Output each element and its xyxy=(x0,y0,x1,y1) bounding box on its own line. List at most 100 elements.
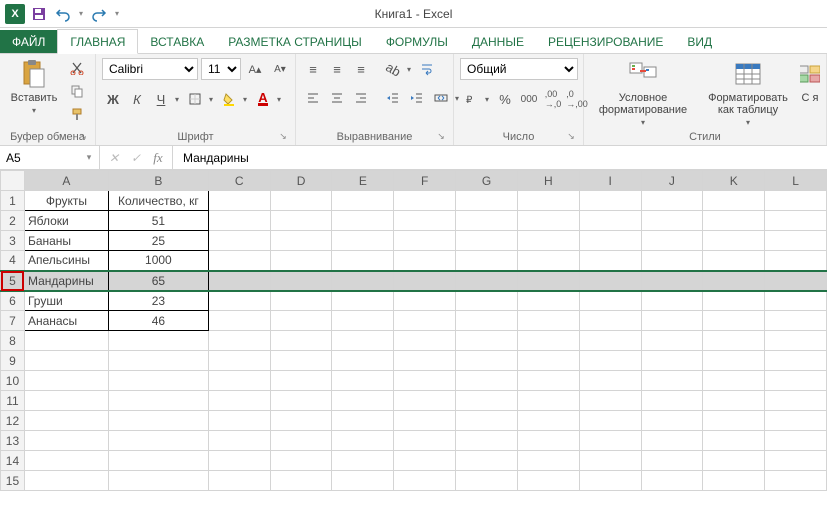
cell-A9[interactable] xyxy=(24,351,108,371)
cell-E7[interactable] xyxy=(332,311,394,331)
column-header-L[interactable]: L xyxy=(765,171,827,191)
cell-D9[interactable] xyxy=(270,351,332,371)
cell-D13[interactable] xyxy=(270,431,332,451)
cell-F8[interactable] xyxy=(394,331,456,351)
enter-formula-icon[interactable]: ✓ xyxy=(126,151,146,165)
number-format-combo[interactable]: Общий xyxy=(460,58,578,80)
cell-L13[interactable] xyxy=(765,431,827,451)
undo-icon[interactable] xyxy=(52,3,74,25)
cell-D2[interactable] xyxy=(270,211,332,231)
chevron-down-icon[interactable]: ▾ xyxy=(172,88,182,110)
formula-input[interactable] xyxy=(173,146,827,169)
tab-insert[interactable]: ВСТАВКА xyxy=(138,30,216,53)
underline-button[interactable]: Ч xyxy=(150,88,172,110)
alignment-launcher-icon[interactable]: ↘ xyxy=(435,130,447,142)
cell-I10[interactable] xyxy=(579,371,641,391)
cell-J5[interactable] xyxy=(641,271,703,291)
tab-home[interactable]: ГЛАВНАЯ xyxy=(57,29,138,54)
tab-page-layout[interactable]: РАЗМЕТКА СТРАНИЦЫ xyxy=(216,30,374,53)
cell-L2[interactable] xyxy=(765,211,827,231)
cell-E6[interactable] xyxy=(332,291,394,311)
select-all-corner[interactable] xyxy=(1,171,25,191)
cell-E3[interactable] xyxy=(332,231,394,251)
cell-J6[interactable] xyxy=(641,291,703,311)
cell-G13[interactable] xyxy=(456,431,518,451)
cell-F4[interactable] xyxy=(394,251,456,271)
cell-L9[interactable] xyxy=(765,351,827,371)
number-launcher-icon[interactable]: ↘ xyxy=(565,130,577,142)
tab-view[interactable]: ВИД xyxy=(675,30,724,53)
bold-button[interactable]: Ж xyxy=(102,88,124,110)
row-header-13[interactable]: 13 xyxy=(1,431,25,451)
cell-L11[interactable] xyxy=(765,391,827,411)
cell-E10[interactable] xyxy=(332,371,394,391)
cell-H12[interactable] xyxy=(517,411,579,431)
cell-I9[interactable] xyxy=(579,351,641,371)
cell-H7[interactable] xyxy=(517,311,579,331)
cell-H3[interactable] xyxy=(517,231,579,251)
cell-H1[interactable] xyxy=(517,191,579,211)
cell-D12[interactable] xyxy=(270,411,332,431)
cell-H9[interactable] xyxy=(517,351,579,371)
cell-K1[interactable] xyxy=(703,191,765,211)
cell-L6[interactable] xyxy=(765,291,827,311)
cell-K15[interactable] xyxy=(703,471,765,491)
cell-B4[interactable]: 1000 xyxy=(108,251,208,271)
cell-H15[interactable] xyxy=(517,471,579,491)
increase-decimal-icon[interactable]: ,00→,0 xyxy=(542,88,564,110)
cell-E15[interactable] xyxy=(332,471,394,491)
align-middle-icon[interactable]: ≡ xyxy=(326,58,348,80)
row-header-3[interactable]: 3 xyxy=(1,231,25,251)
italic-button[interactable]: К xyxy=(126,88,148,110)
font-color-icon[interactable]: A xyxy=(252,88,274,110)
column-header-D[interactable]: D xyxy=(270,171,332,191)
increase-font-icon[interactable]: A▴ xyxy=(244,58,266,80)
cell-G7[interactable] xyxy=(456,311,518,331)
cell-G15[interactable] xyxy=(456,471,518,491)
cell-J8[interactable] xyxy=(641,331,703,351)
cell-L1[interactable] xyxy=(765,191,827,211)
cell-D11[interactable] xyxy=(270,391,332,411)
cell-G14[interactable] xyxy=(456,451,518,471)
cell-A7[interactable]: Ананасы xyxy=(24,311,108,331)
row-header-4[interactable]: 4 xyxy=(1,251,25,271)
cell-C2[interactable] xyxy=(208,211,270,231)
cell-H6[interactable] xyxy=(517,291,579,311)
chevron-down-icon[interactable]: ▾ xyxy=(206,88,216,110)
row-header-15[interactable]: 15 xyxy=(1,471,25,491)
cell-J12[interactable] xyxy=(641,411,703,431)
cell-E11[interactable] xyxy=(332,391,394,411)
cell-L14[interactable] xyxy=(765,451,827,471)
cell-G9[interactable] xyxy=(456,351,518,371)
cell-F5[interactable] xyxy=(394,271,456,291)
cell-B15[interactable] xyxy=(108,471,208,491)
column-header-I[interactable]: I xyxy=(579,171,641,191)
chevron-down-icon[interactable]: ▾ xyxy=(80,152,98,163)
cell-J2[interactable] xyxy=(641,211,703,231)
cell-C13[interactable] xyxy=(208,431,270,451)
cell-A14[interactable] xyxy=(24,451,108,471)
cell-G12[interactable] xyxy=(456,411,518,431)
column-header-F[interactable]: F xyxy=(394,171,456,191)
align-right-icon[interactable] xyxy=(350,87,372,109)
cell-I5[interactable] xyxy=(579,271,641,291)
cell-J13[interactable] xyxy=(641,431,703,451)
column-header-C[interactable]: C xyxy=(208,171,270,191)
cell-G5[interactable] xyxy=(456,271,518,291)
orientation-icon[interactable]: ab xyxy=(382,58,404,80)
cell-L12[interactable] xyxy=(765,411,827,431)
cell-K9[interactable] xyxy=(703,351,765,371)
tab-review[interactable]: РЕЦЕНЗИРОВАНИЕ xyxy=(536,30,675,53)
cell-L4[interactable] xyxy=(765,251,827,271)
column-header-H[interactable]: H xyxy=(517,171,579,191)
cell-B10[interactable] xyxy=(108,371,208,391)
cell-I7[interactable] xyxy=(579,311,641,331)
row-header-14[interactable]: 14 xyxy=(1,451,25,471)
cell-H10[interactable] xyxy=(517,371,579,391)
format-as-table-button[interactable]: Форматировать как таблицу ▾ xyxy=(700,58,796,127)
cell-B8[interactable] xyxy=(108,331,208,351)
merge-center-icon[interactable] xyxy=(430,87,452,109)
cell-B6[interactable]: 23 xyxy=(108,291,208,311)
tab-file[interactable]: ФАЙЛ xyxy=(0,30,57,53)
cell-I13[interactable] xyxy=(579,431,641,451)
